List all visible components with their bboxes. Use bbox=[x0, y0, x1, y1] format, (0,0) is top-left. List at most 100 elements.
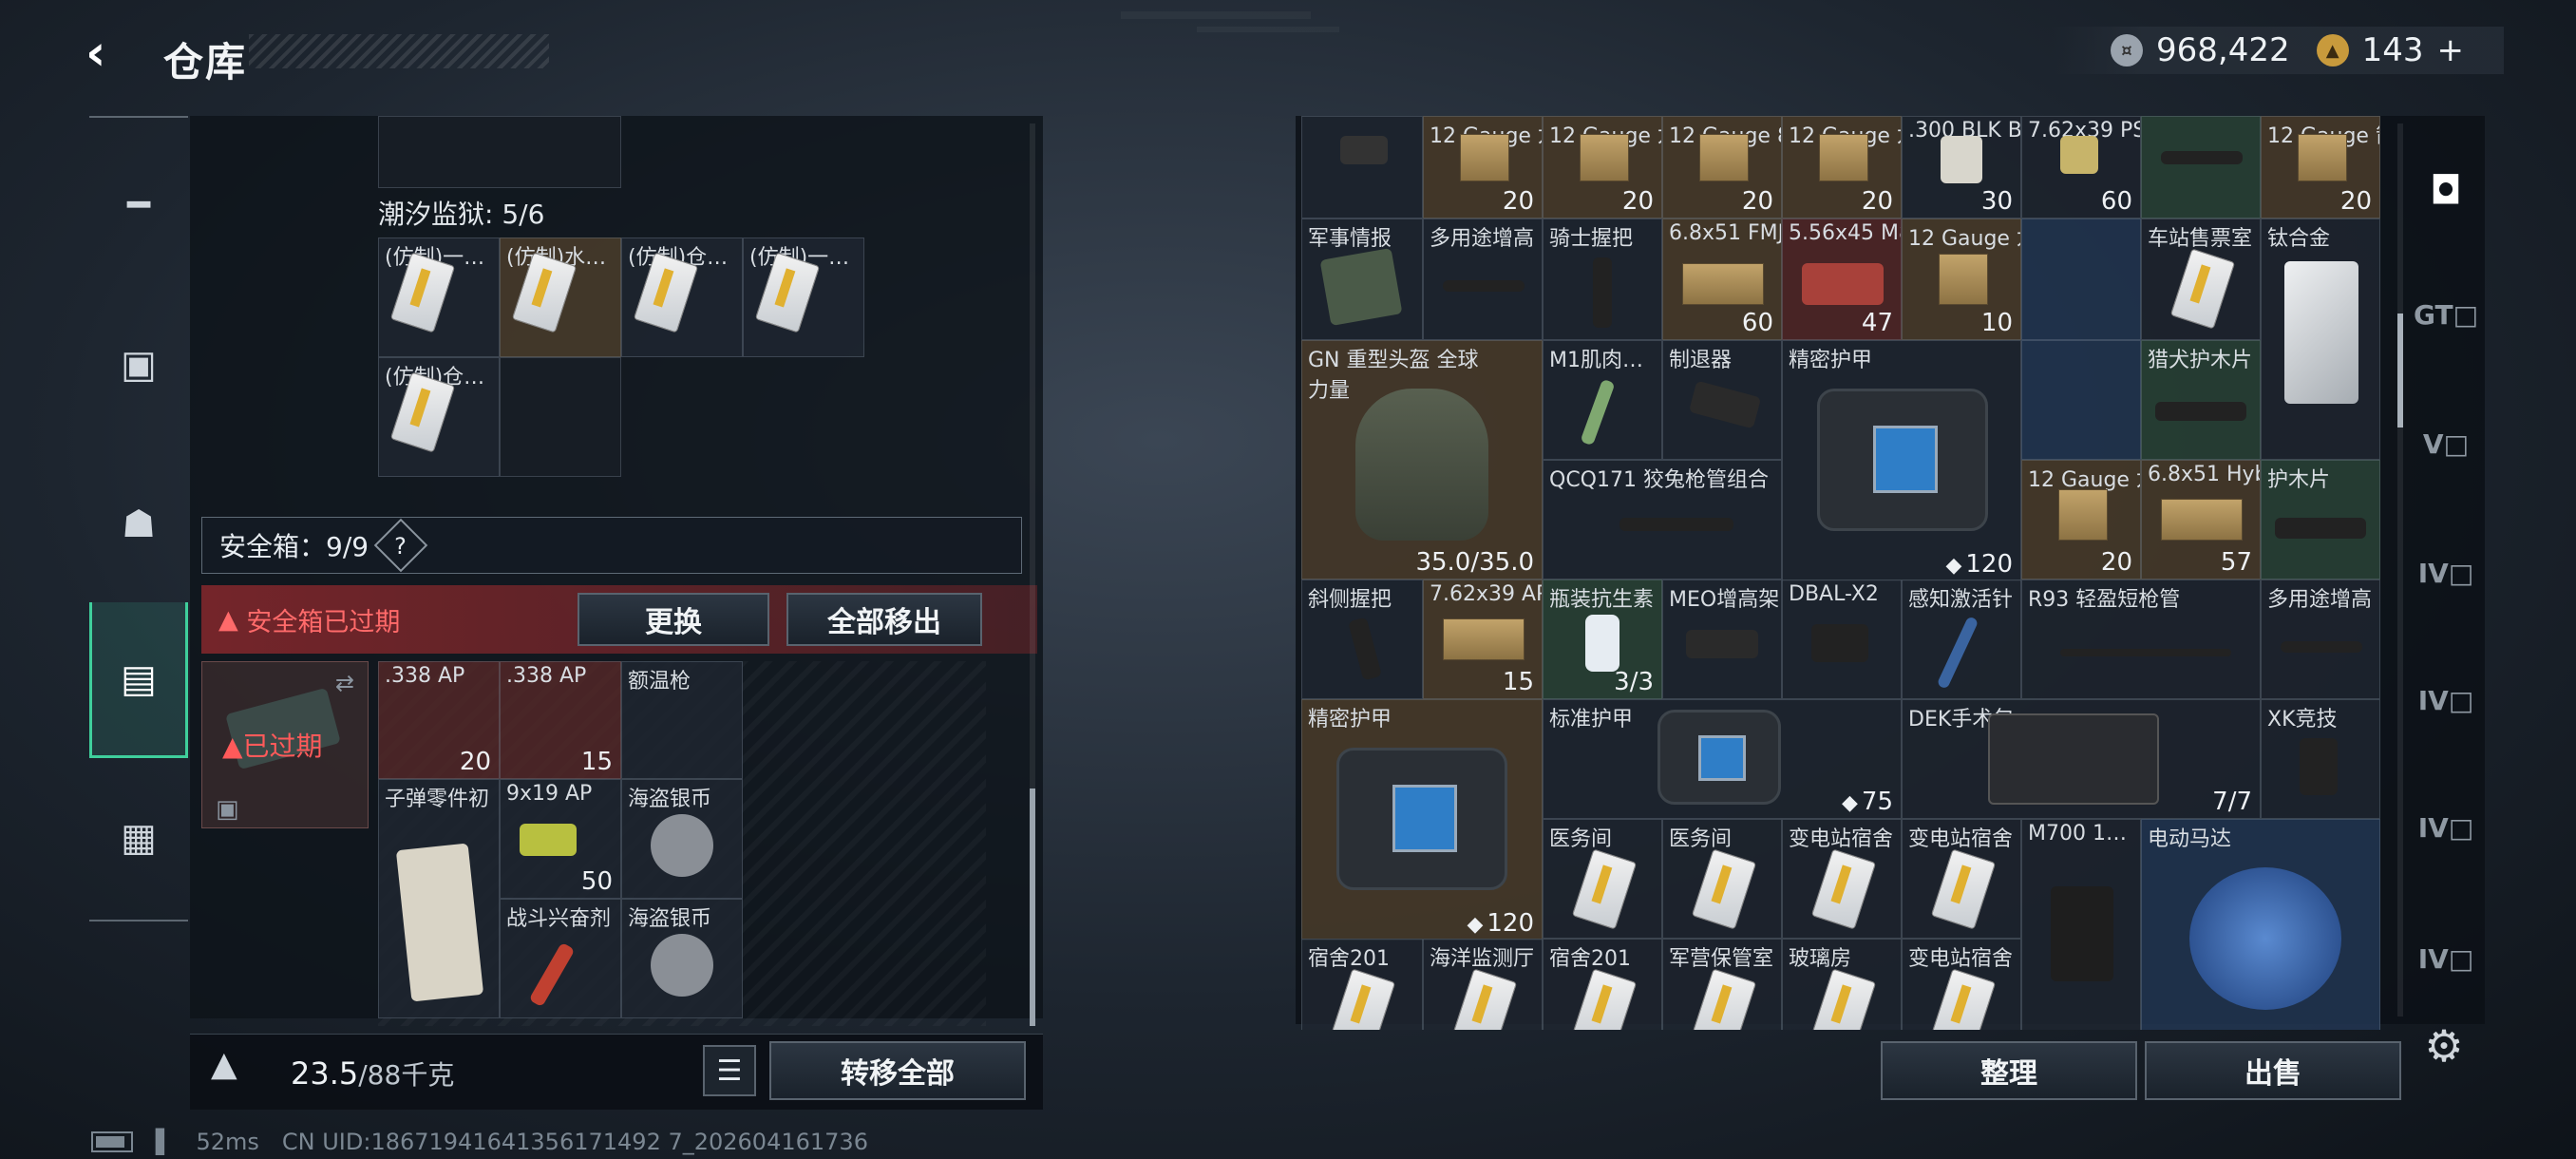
add-currency-button[interactable]: + bbox=[2437, 31, 2465, 69]
list-item[interactable]: 12 Gauge 龙息弹20 bbox=[1543, 116, 1662, 218]
list-item[interactable]: XK竞技 bbox=[2261, 699, 2380, 819]
list-item[interactable]: 海盗银币 bbox=[621, 779, 743, 899]
list-item[interactable]: 钛合金 bbox=[2261, 218, 2380, 460]
list-item[interactable]: 海洋监测厅 bbox=[1423, 939, 1543, 1030]
toolbox-icon[interactable]: ▦ bbox=[89, 788, 188, 887]
stash-icon[interactable]: ◘ bbox=[2415, 160, 2477, 222]
list-item[interactable]: .300 BLK BCP FMJ30 bbox=[1902, 116, 2021, 218]
scrollbar-thumb[interactable] bbox=[1030, 788, 1035, 1026]
empty-slot[interactable] bbox=[2021, 218, 2141, 340]
scrollbar[interactable] bbox=[2397, 124, 2403, 1016]
list-item[interactable]: 宿舍201 bbox=[1301, 939, 1423, 1030]
list-item[interactable]: 医务间 bbox=[1662, 819, 1782, 939]
sell-button[interactable]: 出售 bbox=[2145, 1041, 2401, 1100]
list-item[interactable]: .338 AP 20 bbox=[378, 661, 500, 779]
backpack-icon[interactable]: ☗ bbox=[89, 475, 188, 574]
list-item[interactable]: GN 重型头盔 全球力量 35.0/35.0 bbox=[1301, 340, 1543, 580]
list-item[interactable]: 电动马达 bbox=[2141, 819, 2380, 1030]
list-item[interactable]: 7.62x39 PS 60 bbox=[2021, 116, 2141, 218]
list-item[interactable]: 12 Gauge 龙息弹10 bbox=[1902, 218, 2021, 340]
list-item[interactable]: 精密护甲 ◆ 120 bbox=[1301, 699, 1543, 940]
list-item[interactable] bbox=[2141, 116, 2261, 218]
move-all-button[interactable]: 全部移出 bbox=[786, 593, 982, 646]
list-item[interactable] bbox=[1301, 116, 1423, 218]
list-item[interactable]: 变电站宿舍 bbox=[1902, 819, 2021, 939]
case-icon[interactable]: IV □ bbox=[2415, 927, 2477, 990]
list-item[interactable]: (仿制)一… bbox=[743, 238, 864, 357]
grip-icon bbox=[1593, 257, 1612, 328]
case-icon[interactable]: IV □ bbox=[2415, 669, 2477, 732]
list-item[interactable]: 多用途增高 bbox=[1423, 218, 1543, 340]
prison-label: 潮汐监狱: 5/6 bbox=[378, 199, 545, 230]
list-item[interactable]: DBAL-X2 bbox=[1782, 580, 1902, 699]
list-item[interactable]: 额温枪 bbox=[621, 661, 743, 779]
list-item[interactable]: 宿舍201 bbox=[1543, 939, 1662, 1030]
list-item[interactable]: MEO增高架 bbox=[1662, 580, 1782, 699]
list-item[interactable]: 军营保管室 bbox=[1662, 939, 1782, 1030]
case-icon[interactable]: V □ bbox=[2415, 412, 2477, 475]
list-item[interactable]: 瓶装抗生素 3/3 bbox=[1543, 580, 1662, 699]
list-item[interactable]: 海盗银币 bbox=[621, 899, 743, 1018]
list-view-icon[interactable]: ☰ bbox=[703, 1045, 756, 1096]
list-item[interactable]: 5.56x45 M85547 bbox=[1782, 218, 1902, 340]
list-item[interactable]: (仿制)仓… bbox=[378, 357, 500, 477]
case-icon[interactable]: IV □ bbox=[2415, 796, 2477, 859]
list-item[interactable]: 制退器 bbox=[1662, 340, 1782, 460]
scrollbar-thumb[interactable] bbox=[2397, 314, 2403, 428]
list-item[interactable]: 标准护甲 ◆ 75 bbox=[1543, 699, 1902, 819]
back-arrow-icon[interactable]: ‹ bbox=[85, 27, 139, 80]
list-item[interactable]: 9x19 AP 50 bbox=[500, 779, 621, 899]
list-item[interactable]: 12 Gauge 龙息弹20 bbox=[1423, 116, 1543, 218]
list-item[interactable]: 6.8x51 FMJ 60 bbox=[1662, 218, 1782, 340]
vest-icon[interactable]: ▣ bbox=[89, 315, 188, 414]
gun-icon[interactable]: ━ bbox=[89, 156, 188, 255]
gear-icon[interactable]: ⚙ bbox=[2420, 1022, 2468, 1070]
sort-button[interactable]: 整理 bbox=[1881, 1041, 2137, 1100]
list-item[interactable]: 变电站宿舍 bbox=[1902, 939, 2021, 1030]
replace-button[interactable]: 更换 bbox=[578, 593, 769, 646]
list-item[interactable]: 医务间 bbox=[1543, 819, 1662, 939]
list-item[interactable]: 军事情报 bbox=[1301, 218, 1423, 340]
help-icon[interactable]: ? bbox=[373, 518, 428, 573]
case-icon[interactable]: IV □ bbox=[2415, 542, 2477, 604]
list-item[interactable]: QCQ171 狡兔枪管组合 bbox=[1543, 460, 1782, 580]
intel-folder-icon bbox=[1319, 247, 1403, 327]
list-item[interactable]: 6.8x51 Hybrid57 bbox=[2141, 460, 2261, 580]
list-item[interactable]: 12 Gauge 龙息弹20 bbox=[2021, 460, 2141, 580]
list-item[interactable]: 斜侧握把 bbox=[1301, 580, 1423, 699]
list-item[interactable]: (仿制)仓… bbox=[621, 238, 743, 357]
safebox-icon[interactable]: ▤ bbox=[89, 602, 188, 758]
list-item[interactable]: M700 1… bbox=[2021, 819, 2141, 1030]
list-item[interactable]: 变电站宿舍 bbox=[1782, 819, 1902, 939]
case-icon[interactable]: GT □ bbox=[2414, 283, 2478, 346]
list-item[interactable]: .338 AP 15 bbox=[500, 661, 621, 779]
list-item[interactable]: DEK手术包 7/7 bbox=[1902, 699, 2261, 819]
empty-slot[interactable] bbox=[500, 357, 621, 477]
list-item[interactable]: 12 Gauge 箭形弹20 bbox=[2261, 116, 2380, 218]
list-item[interactable]: R93 轻盈短枪管 bbox=[2021, 580, 2261, 699]
list-item[interactable]: 猎犬护木片 bbox=[2141, 340, 2261, 460]
keycard-icon bbox=[1810, 968, 1877, 1030]
list-item[interactable]: 玻璃房 bbox=[1782, 939, 1902, 1030]
expired-label: ▲已过期 bbox=[222, 731, 323, 762]
empty-slot[interactable] bbox=[2021, 340, 2141, 460]
list-item[interactable]: (仿制)水… bbox=[500, 238, 621, 357]
list-item[interactable]: 多用途增高 bbox=[2261, 580, 2380, 699]
list-item[interactable]: 12 Gauge 龙息弹20 bbox=[1782, 116, 1902, 218]
list-item[interactable]: 骑士握把 bbox=[1543, 218, 1662, 340]
list-item[interactable]: 战斗兴奋剂 bbox=[500, 899, 621, 1018]
list-item[interactable]: (仿制)一… bbox=[378, 238, 500, 357]
ammo-box-icon bbox=[2161, 499, 2243, 541]
list-item[interactable]: M1肌肉… bbox=[1543, 340, 1662, 460]
transfer-all-button[interactable]: 转移全部 bbox=[769, 1041, 1026, 1100]
list-item[interactable]: 12 Gauge 8号霰弹20 bbox=[1662, 116, 1782, 218]
list-item[interactable]: 7.62x39 AP 15 bbox=[1423, 580, 1543, 699]
ammo-box-icon bbox=[1941, 136, 1982, 183]
list-item[interactable]: 感知激活针 bbox=[1902, 580, 2021, 699]
list-item[interactable]: 护木片 bbox=[2261, 460, 2380, 580]
list-item[interactable]: 子弹零件初 bbox=[378, 779, 500, 1018]
list-item[interactable]: 车站售票室 bbox=[2141, 218, 2261, 340]
list-item[interactable]: 精密护甲 ◆ 120 bbox=[1782, 340, 2021, 581]
keycard-icon bbox=[1571, 968, 1638, 1030]
ping-text: 52ms bbox=[196, 1129, 259, 1155]
